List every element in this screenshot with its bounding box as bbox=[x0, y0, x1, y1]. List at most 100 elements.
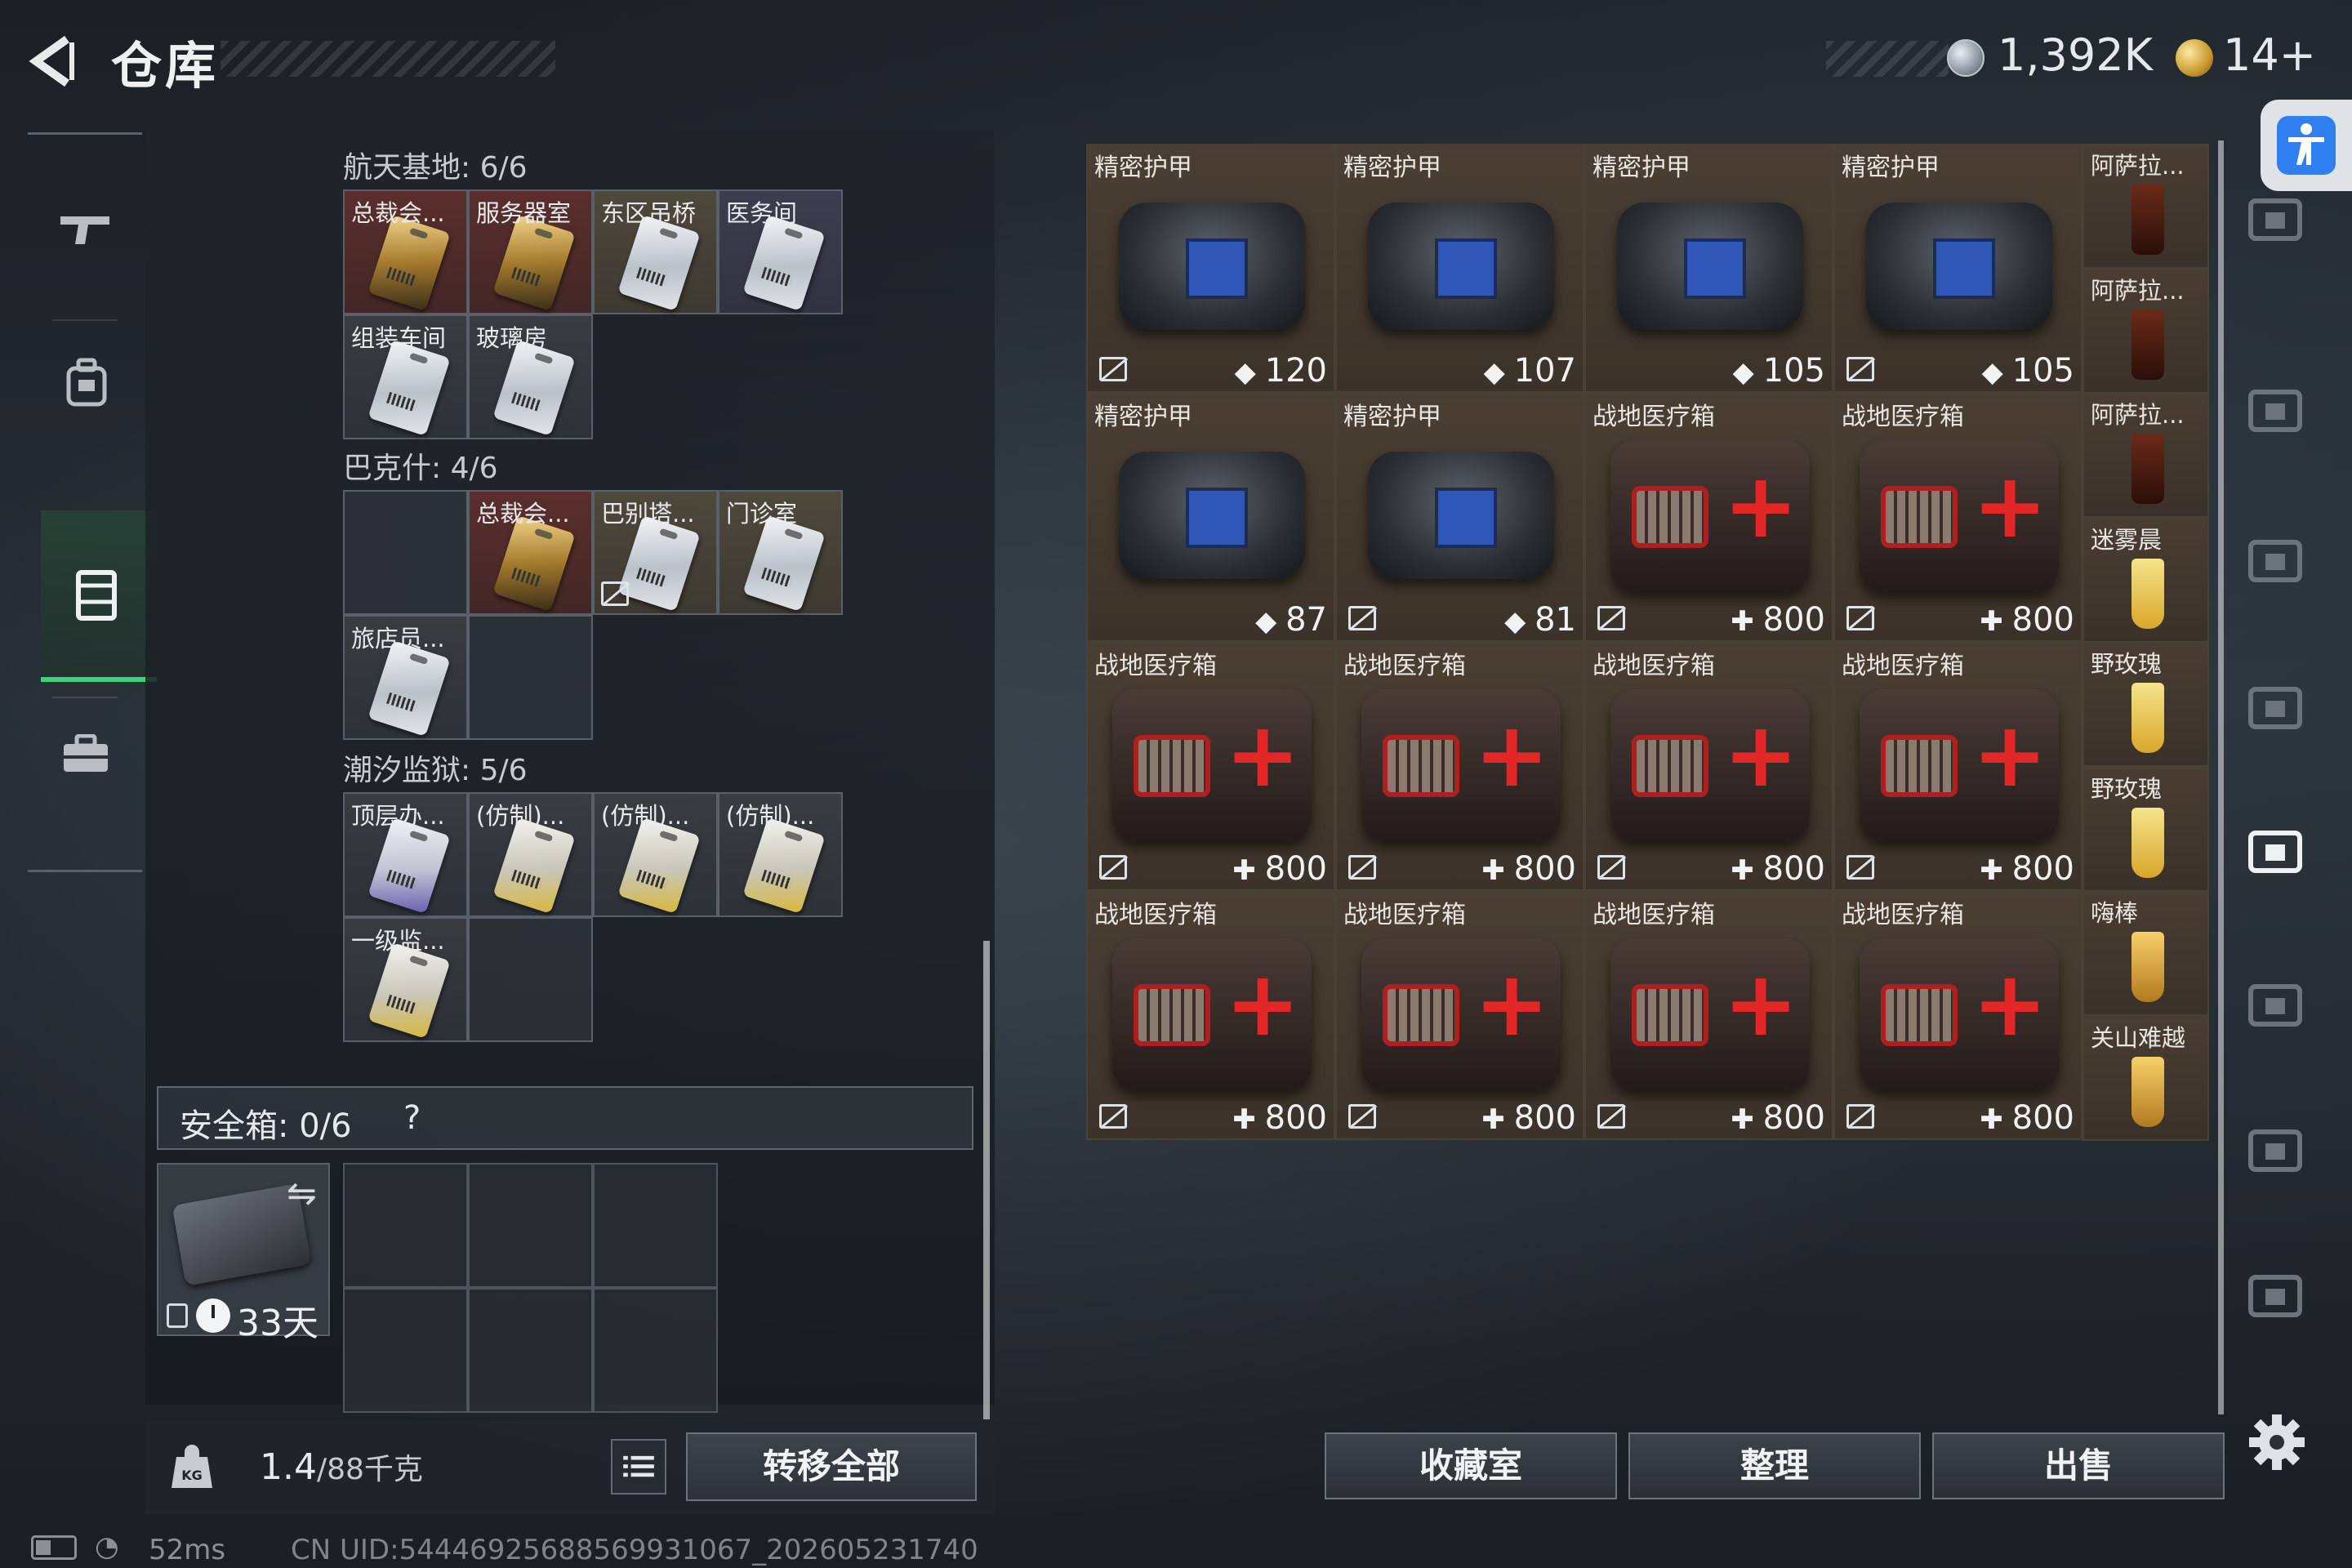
armor-icon bbox=[1368, 203, 1554, 330]
collection-room-button[interactable]: 收藏室 bbox=[1325, 1432, 1617, 1499]
inventory-item[interactable]: 战地医疗箱 ✚ 800 bbox=[1584, 393, 1833, 642]
safe-slot[interactable] bbox=[343, 1163, 468, 1288]
safe-slot[interactable] bbox=[593, 1288, 718, 1413]
item-name: 战地医疗箱 bbox=[1842, 901, 1964, 929]
accessibility-button[interactable] bbox=[2261, 100, 2352, 191]
keycard-slot[interactable] bbox=[468, 917, 593, 1042]
nav-briefcase[interactable] bbox=[28, 702, 142, 873]
keycard-slot[interactable]: (仿制)... bbox=[593, 792, 718, 917]
item-name: 战地医疗箱 bbox=[1343, 901, 1466, 929]
plus-icon: ✚ bbox=[1731, 854, 1763, 887]
keycard-name: 旅店员... bbox=[351, 625, 445, 653]
item-name: 阿萨拉... bbox=[2091, 276, 2185, 305]
sort-button[interactable]: 整理 bbox=[1628, 1432, 1921, 1499]
keycard-slot[interactable]: 组装车间 bbox=[343, 314, 468, 439]
inventory-item[interactable]: 精密护甲 ◆ 87 bbox=[1086, 393, 1335, 642]
safe-box-item[interactable]: ⇋ 33天 bbox=[157, 1163, 330, 1344]
keycard-slot[interactable]: 顶层办... bbox=[343, 792, 468, 917]
back-arrow-icon[interactable] bbox=[24, 33, 82, 90]
list-view-button[interactable] bbox=[611, 1439, 666, 1494]
keycard-name: 巴别塔... bbox=[601, 500, 695, 528]
item-value: ✚ 800 bbox=[1731, 1099, 1825, 1137]
keycard-slot[interactable] bbox=[343, 490, 468, 615]
weapon-filter-icon[interactable] bbox=[2243, 381, 2310, 439]
inventory-item[interactable]: 战地医疗箱 ✚ 800 bbox=[1086, 891, 1335, 1140]
drink-item[interactable]: 关山难越 bbox=[2082, 1015, 2209, 1141]
helmet-filter-icon[interactable] bbox=[2243, 1266, 2310, 1325]
nav-weapons[interactable] bbox=[28, 135, 142, 306]
inventory-item[interactable]: 精密护甲 ◆ 107 bbox=[1335, 144, 1584, 393]
item-name: 精密护甲 bbox=[1094, 154, 1192, 182]
item-name: 野玫瑰 bbox=[2091, 650, 2163, 678]
medical-plus-filter-icon[interactable] bbox=[2243, 822, 2310, 880]
keycard-slot[interactable]: 旅店员... bbox=[343, 615, 468, 740]
drink-item[interactable]: 野玫瑰 bbox=[2082, 642, 2209, 767]
drink-item[interactable]: 阿萨拉... bbox=[2082, 268, 2209, 394]
keycard-slot[interactable]: 总裁会... bbox=[468, 490, 593, 615]
drink-item[interactable]: 迷雾晨 bbox=[2082, 517, 2209, 643]
inventory-item[interactable]: 战地医疗箱 ✚ 800 bbox=[1584, 891, 1833, 1140]
keycard-name: 医务间 bbox=[726, 199, 798, 227]
safe-slot[interactable] bbox=[468, 1163, 593, 1288]
armor-icon bbox=[1617, 203, 1803, 330]
battery-icon bbox=[31, 1535, 77, 1560]
item-name: 战地医疗箱 bbox=[1842, 403, 1964, 431]
inventory-item[interactable]: 精密护甲 ◆ 120 bbox=[1086, 144, 1335, 393]
keycard-slot[interactable]: 医务间 bbox=[718, 189, 843, 314]
stash-scrollbar[interactable] bbox=[983, 941, 990, 1419]
inventory-scrollbar[interactable] bbox=[2218, 140, 2224, 1414]
ticket-amount: 14+ bbox=[2223, 29, 2316, 81]
keycard-slot[interactable]: (仿制)... bbox=[468, 792, 593, 917]
keycard-slot[interactable]: 总裁会... bbox=[343, 189, 468, 314]
keycard-slot[interactable]: 巴别塔... bbox=[593, 490, 718, 615]
drink-item[interactable]: 阿萨拉... bbox=[2082, 144, 2209, 269]
keycard-slot[interactable]: 玻璃房 bbox=[468, 314, 593, 439]
inventory-item[interactable]: 战地医疗箱 ✚ 800 bbox=[1584, 642, 1833, 891]
inventory-item[interactable]: 战地医疗箱 ✚ 800 bbox=[1086, 642, 1335, 891]
transfer-all-button[interactable]: 转移全部 bbox=[686, 1432, 977, 1501]
keycard-slot[interactable] bbox=[468, 615, 593, 740]
safe-slot[interactable] bbox=[343, 1288, 468, 1413]
safe-slot[interactable] bbox=[593, 1163, 718, 1288]
group-label: 航天基地: 6/6 bbox=[343, 151, 528, 185]
keycard-slot[interactable]: 门诊室 bbox=[718, 490, 843, 615]
vault-icon[interactable] bbox=[2243, 189, 2310, 248]
item-name: 战地医疗箱 bbox=[1592, 652, 1715, 680]
safe-slot[interactable] bbox=[468, 1288, 593, 1413]
inventory-item[interactable]: 战地医疗箱 ✚ 800 bbox=[1335, 642, 1584, 891]
keycard-icon bbox=[492, 340, 576, 436]
item-value: ✚ 800 bbox=[1731, 601, 1825, 639]
drink-icon bbox=[2132, 807, 2164, 878]
title-stripes-decoration bbox=[220, 41, 555, 77]
item-name: 阿萨拉... bbox=[2091, 401, 2185, 429]
inventory-item[interactable]: 战地医疗箱 ✚ 800 bbox=[1833, 642, 2082, 891]
drink-item[interactable]: 嗨棒 bbox=[2082, 891, 2209, 1016]
gear-icon[interactable] bbox=[2244, 1410, 2310, 1475]
medical-filter-icon[interactable] bbox=[2243, 678, 2310, 737]
keycard-icon bbox=[368, 942, 451, 1039]
armor-filter-icon[interactable] bbox=[2243, 1120, 2310, 1179]
drink-item[interactable]: 阿萨拉... bbox=[2082, 393, 2209, 518]
nav-locker[interactable] bbox=[41, 510, 157, 682]
folder-filter-icon[interactable] bbox=[2243, 531, 2310, 590]
swap-icon[interactable]: ⇋ bbox=[287, 1173, 317, 1214]
inventory-item[interactable]: 精密护甲 ◆ 105 bbox=[1584, 144, 1833, 393]
gun-filter-icon[interactable] bbox=[2243, 975, 2310, 1034]
nav-backpack[interactable] bbox=[28, 324, 142, 496]
item-name: 野玫瑰 bbox=[2091, 774, 2163, 803]
keycard-slot[interactable]: 东区吊桥 bbox=[593, 189, 718, 314]
medkit-icon bbox=[1860, 938, 2059, 1090]
sell-button[interactable]: 出售 bbox=[1932, 1432, 2225, 1499]
inventory-item[interactable]: 精密护甲 ◆ 81 bbox=[1335, 393, 1584, 642]
help-icon[interactable]: ? bbox=[403, 1099, 421, 1137]
keycard-slot[interactable]: (仿制)... bbox=[718, 792, 843, 917]
inventory-item[interactable]: 战地医疗箱 ✚ 800 bbox=[1335, 891, 1584, 1140]
keycard-slot[interactable]: 服务器室 bbox=[468, 189, 593, 314]
coin-icon bbox=[1947, 39, 1984, 77]
inventory-item[interactable]: 战地医疗箱 ✚ 800 bbox=[1833, 891, 2082, 1140]
keycard-name: 总裁会... bbox=[351, 199, 445, 227]
inventory-item[interactable]: 精密护甲 ◆ 105 bbox=[1833, 144, 2082, 393]
drink-item[interactable]: 野玫瑰 bbox=[2082, 766, 2209, 892]
inventory-item[interactable]: 战地医疗箱 ✚ 800 bbox=[1833, 393, 2082, 642]
keycard-slot[interactable]: 一级监... bbox=[343, 917, 468, 1042]
